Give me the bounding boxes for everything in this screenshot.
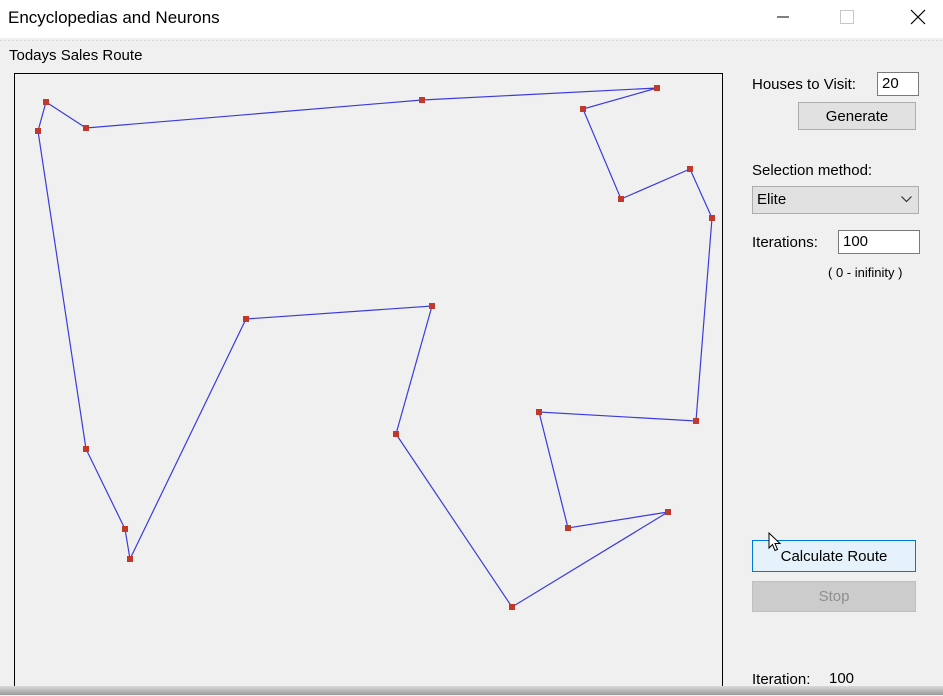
house-marker (35, 128, 41, 134)
house-marker (243, 316, 249, 322)
house-marker (665, 509, 671, 515)
minimize-icon (777, 16, 789, 18)
maximize-icon (840, 10, 854, 24)
house-marker (419, 97, 425, 103)
close-button[interactable] (895, 0, 941, 34)
close-icon (910, 9, 926, 25)
iterations-hint: ( 0 - inifinity ) (828, 265, 903, 280)
house-marker (429, 303, 435, 309)
selection-method-label: Selection method: (752, 162, 873, 179)
chevron-down-icon (901, 196, 912, 203)
house-marker (709, 215, 715, 221)
route-canvas[interactable] (14, 73, 723, 695)
house-marker (693, 418, 699, 424)
iterations-input[interactable]: 100 (838, 230, 920, 254)
minimize-button[interactable] (760, 0, 806, 34)
house-marker (654, 85, 660, 91)
maximize-button (824, 0, 870, 34)
house-marker (618, 196, 624, 202)
route-map (35, 85, 715, 610)
group-divider (0, 40, 943, 41)
house-marker (580, 106, 586, 112)
route-path (37, 87, 713, 608)
selection-method-value: Elite (757, 191, 787, 208)
mouse-cursor-icon (768, 532, 781, 552)
house-marker (509, 604, 515, 610)
house-marker (127, 556, 133, 562)
house-marker (687, 166, 693, 172)
iteration-status-value: 100 (829, 670, 855, 687)
selection-method-select[interactable]: Elite (752, 186, 919, 214)
generate-button[interactable]: Generate (798, 102, 916, 130)
title-bar: Encyclopedias and Neurons (0, 0, 943, 38)
route-panel-label: Todays Sales Route (9, 47, 143, 64)
window-title: Encyclopedias and Neurons (8, 8, 220, 27)
house-marker (43, 99, 49, 105)
window-bottom-edge (0, 686, 943, 695)
house-marker (122, 526, 128, 532)
house-marker (536, 409, 542, 415)
house-marker (83, 125, 89, 131)
house-marker (565, 525, 571, 531)
house-marker (83, 446, 89, 452)
houses-label: Houses to Visit: (752, 76, 856, 93)
houses-input[interactable]: 20 (877, 72, 919, 96)
house-marker (393, 431, 399, 437)
iterations-label: Iterations: (752, 234, 818, 251)
stop-button: Stop (752, 581, 916, 612)
